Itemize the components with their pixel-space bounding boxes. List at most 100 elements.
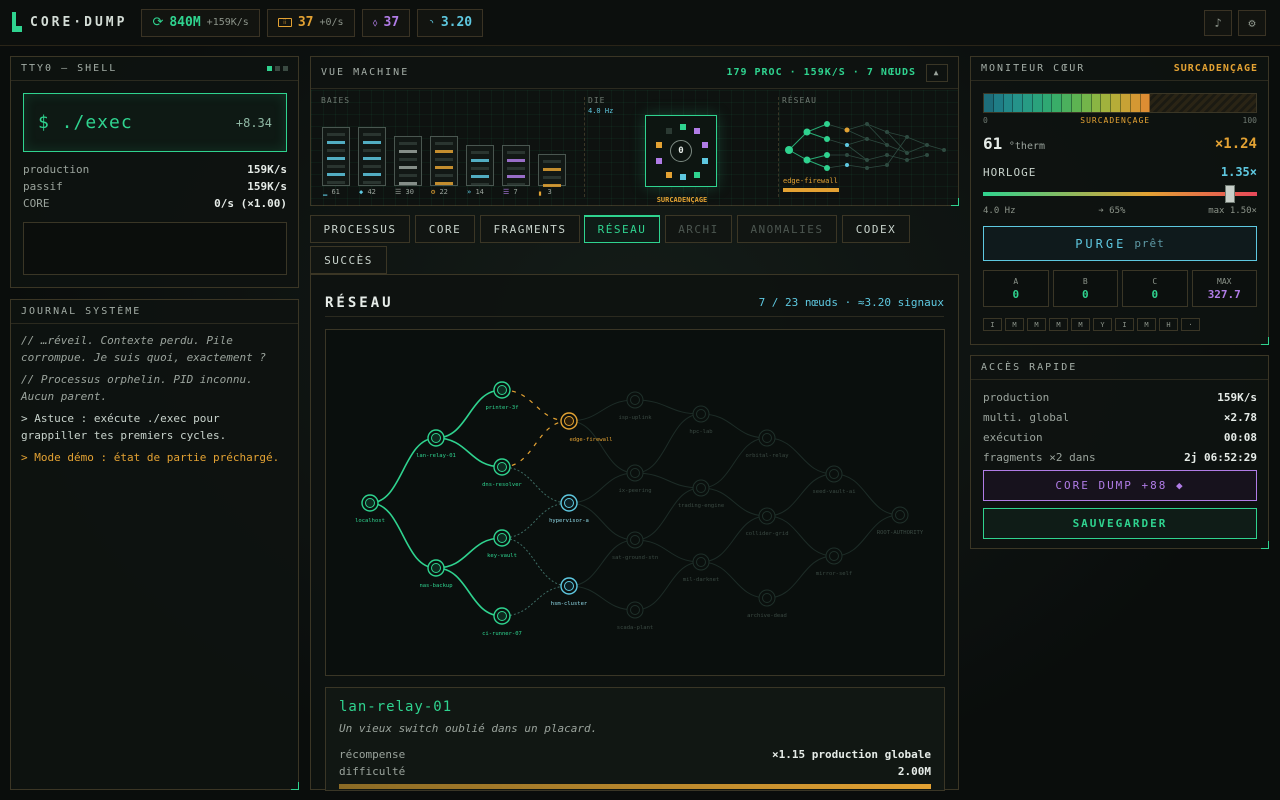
key-slot: M [1071, 318, 1090, 331]
server-rack [358, 127, 386, 186]
collapse-button[interactable]: ▲ [926, 63, 948, 82]
therm-value: 61 [983, 134, 1003, 153]
network-edge [700, 515, 768, 563]
network-title: RÉSEAU [325, 294, 394, 311]
signal-stat: ◝ 3.20 [417, 8, 484, 37]
node-detail-card: lan-relay-01 Un vieux switch oublié dans… [325, 687, 945, 791]
exec-button[interactable]: $ ./exec +8.34 [23, 93, 287, 152]
tab-label: ANOMALIES [750, 222, 824, 236]
key-slot: M [1027, 318, 1046, 331]
network-node-label: printer-3f [485, 405, 518, 411]
chevron-up-icon: ▲ [933, 68, 941, 77]
network-node-label: trading-engine [678, 503, 724, 509]
rack-count: ▖ 3 [539, 188, 552, 196]
node-detail-row: difficulté 2.00M [339, 764, 931, 778]
tab-1[interactable]: CORE [415, 215, 475, 243]
purge-button[interactable]: PURGE prêt [983, 226, 1257, 261]
tab-7[interactable]: SUCCÈS [310, 246, 387, 274]
core-dump-button[interactable]: CORE DUMP +88 ◆ [983, 470, 1257, 501]
network-node-dns-resolver[interactable]: dns-resolver [482, 458, 523, 488]
rack-count: ☰ 30 [395, 188, 414, 196]
key-buffer: I M M M M Y I M H · [983, 318, 1200, 331]
network-node-hsm-cluster[interactable]: hsm-cluster [551, 577, 588, 607]
tab-5[interactable]: ANOMALIES [737, 215, 837, 243]
rack-count: ☰ 7 [503, 188, 518, 196]
network-node-label: edge-firewall [569, 437, 612, 443]
tab-4[interactable]: ARCHI [665, 215, 732, 243]
music-note-icon: ♪ [1214, 16, 1222, 30]
network-node-key-vault[interactable]: key-vault [487, 529, 517, 559]
quick-stat-row: multi. global ×2.78 [983, 410, 1257, 424]
tab-2[interactable]: FRAGMENTS [480, 215, 580, 243]
network-edge [435, 389, 503, 439]
network-node-scada-plant[interactable]: scada-plant [617, 601, 653, 631]
journal-entry: > Mode démo : état de partie préchargé. [21, 451, 280, 464]
clock-slider[interactable] [983, 185, 1257, 203]
monitor-title: MONITEUR CŒUR [981, 63, 1086, 74]
monitor-state: SURCADENÇAGE [1173, 63, 1258, 74]
purge-state: prêt [1134, 237, 1165, 250]
network-node-isp-uplink[interactable]: isp-uplink [618, 391, 652, 421]
network-node-label: hypervisor-a [549, 518, 589, 524]
therm-unit: °therm [1008, 141, 1046, 152]
divider [584, 97, 585, 197]
network-node-ix-peering[interactable]: ix-peering [618, 464, 652, 494]
ram-icon: ⁞⁞ [277, 18, 292, 27]
shell-stat-row: passif 159K/s [23, 180, 287, 193]
core-cell-a: A0 [983, 270, 1049, 307]
music-toggle-button[interactable]: ♪ [1204, 10, 1232, 36]
server-rack [502, 145, 530, 186]
network-node-mirror-self[interactable]: mirror-self [816, 547, 852, 577]
key-slot: Y [1093, 318, 1112, 331]
node-detail-row: récompense ×1.15 production globale [339, 747, 931, 761]
quick-access-panel: ACCÈS RAPIDE production 159K/s multi. glo… [970, 355, 1269, 549]
tab-6[interactable]: CODEX [842, 215, 910, 243]
network-node-seed-vault-ai[interactable]: seed-vault-ai [812, 465, 856, 495]
shell-output-box [23, 222, 287, 275]
tab-label: CODEX [855, 222, 897, 236]
die-frequency: 4.0 Hz [588, 107, 614, 115]
rack-count: ⚙ 22 [431, 188, 448, 196]
tab-3[interactable]: RÉSEAU [584, 215, 660, 243]
core-cells: A 0 B 0 C 0 MAX 327.7 [983, 270, 1257, 307]
core-cell-b: B0 [1052, 270, 1118, 307]
die-state: SURCADENÇAGE [656, 196, 708, 204]
server-rack [466, 145, 494, 186]
network-node-hpc-lab[interactable]: hpc-lab [689, 405, 713, 435]
baies-label: BAIES [321, 96, 351, 105]
settings-button[interactable]: ⚙ [1238, 10, 1266, 36]
network-node-label: dns-resolver [482, 482, 522, 488]
network-node-label: scada-plant [617, 625, 653, 631]
network-edge [766, 555, 835, 599]
network-node-localhost[interactable]: localhost [355, 494, 385, 524]
server-rack [394, 136, 422, 186]
network-node-hypervisor-a[interactable]: hypervisor-a [549, 494, 589, 524]
network-node-printer-3f[interactable]: printer-3f [485, 381, 519, 411]
signal-value: 3.20 [440, 15, 473, 30]
server-rack [430, 136, 458, 186]
tab-label: ARCHI [678, 222, 719, 236]
tab-label: CORE [428, 222, 462, 236]
network-node-orbital-relay[interactable]: orbital-relay [745, 429, 789, 459]
cycles-stat: ⟳ 840M +159K/s [141, 8, 260, 37]
network-edge [369, 502, 437, 569]
tab-0[interactable]: PROCESSUS [310, 215, 410, 243]
clock-slider-thumb[interactable] [1224, 185, 1235, 203]
network-node-mil-darknet[interactable]: mil-darknet [683, 553, 719, 583]
die-chip: 0 [645, 115, 717, 187]
server-rack [322, 127, 350, 186]
journal-panel: JOURNAL SYSTÈME // …réveil. Contexte per… [10, 299, 299, 790]
purge-label: PURGE [1075, 236, 1127, 251]
network-edge [634, 413, 702, 474]
tab-label: SUCCÈS [324, 253, 373, 267]
quick-title: ACCÈS RAPIDE [981, 362, 1078, 373]
reseau-label: RÉSEAU [782, 96, 817, 105]
save-button[interactable]: SAUVEGARDER [983, 508, 1257, 539]
journal-entry: // Processus orphelin. PID inconnu. Aucu… [21, 373, 253, 403]
network-node-archive-dead[interactable]: archive-dead [747, 589, 787, 619]
network-node-trading-engine[interactable]: trading-engine [678, 479, 724, 509]
network-node-label: lan-relay-01 [416, 453, 456, 459]
exec-gain: +8.34 [235, 115, 272, 130]
journal-entry: > Astuce : exécute ./exec pour grappille… [21, 412, 227, 442]
core-cell-max: MAX 327.7 [1191, 270, 1257, 307]
